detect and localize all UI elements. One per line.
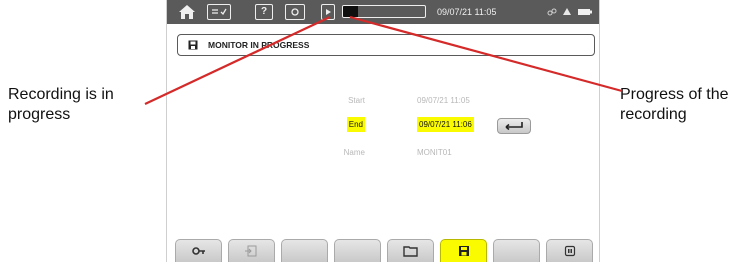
signal-icon [547,8,557,16]
home-icon[interactable] [177,4,197,20]
recording-icon [321,4,335,20]
key-button[interactable] [175,239,222,262]
folder-icon [402,246,418,257]
battery-icon [578,9,592,15]
recording-progress-fill [343,6,358,17]
camera-icon[interactable] [285,4,305,20]
callout-recording-progress: Progress of the recording [620,86,729,123]
device-screen: ? 09/07/21 11:05 MONITOR IN PROGRESS Sta… [166,0,600,262]
status-datetime: 09/07/21 11:05 [437,7,497,17]
end-label: End [346,117,365,132]
save-icon [458,246,469,256]
end-value-field[interactable]: 09/07/21 11:06 [417,117,474,132]
name-label: Name [343,148,365,157]
name-value[interactable]: MONIT01 [417,148,452,157]
export-icon [244,245,256,257]
page-title: MONITOR IN PROGRESS [208,40,310,50]
callout-recording-in-progress: Recording is in progress [8,86,114,123]
start-label: Start [348,96,365,105]
end-label-cell: End [305,117,365,132]
help-icon[interactable]: ? [255,4,273,20]
function-key-7 [493,239,540,262]
save-button[interactable] [440,239,487,262]
recording-progress-bar [342,5,426,18]
function-key-4 [334,239,381,262]
screen-title-bar: MONITOR IN PROGRESS [177,34,595,56]
end-value-cell[interactable]: 09/07/21 11:06 [417,117,474,132]
status-bar: ? 09/07/21 11:05 [167,0,599,24]
enter-icon [505,122,523,131]
enter-button[interactable] [497,118,531,134]
status-indicators [547,5,593,19]
configuration-icon[interactable] [207,4,231,20]
key-icon [191,247,205,255]
export-button[interactable] [228,239,275,262]
save-icon [188,40,198,50]
network-icon [563,8,571,15]
function-key-3 [281,239,328,262]
folder-button[interactable] [387,239,434,262]
function-key-bar [167,239,599,262]
start-value: 09/07/21 11:05 [417,96,470,105]
stop-button[interactable] [546,239,593,262]
stop-icon [564,245,575,257]
